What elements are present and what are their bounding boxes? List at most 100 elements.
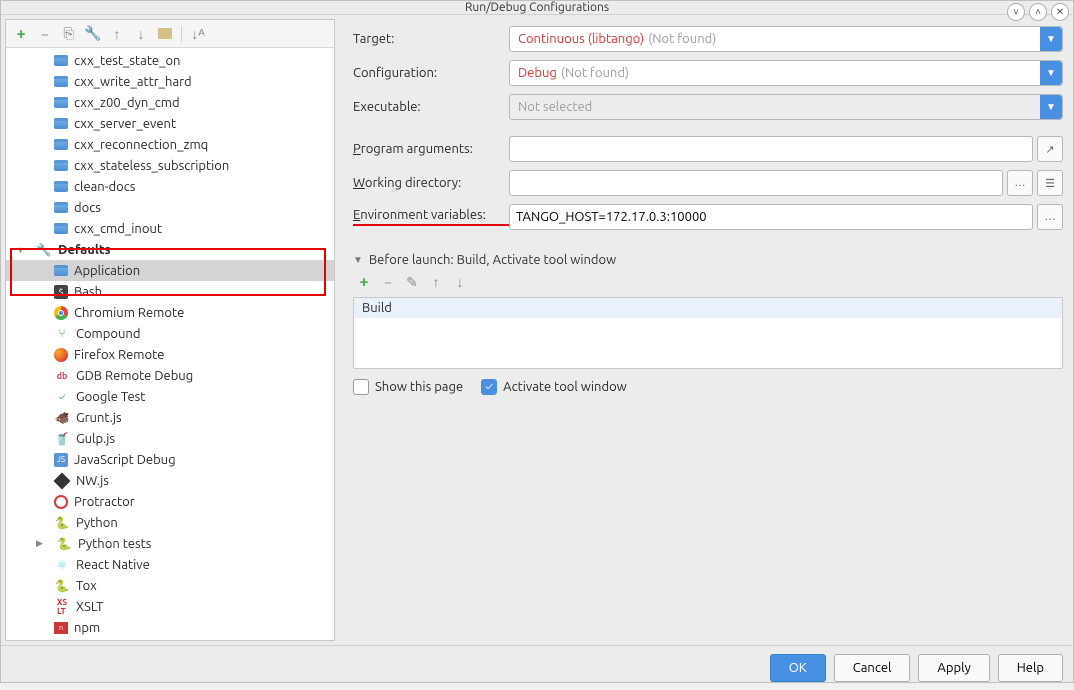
chevron-down-icon[interactable]: ▼ <box>1040 95 1062 119</box>
tree-item-compound[interactable]: ⑂Compound <box>6 323 334 344</box>
copy-config-button[interactable]: ⎘ <box>58 23 80 45</box>
args-input[interactable] <box>509 136 1033 162</box>
list-item[interactable]: Build <box>354 298 1062 318</box>
tree-item-python-tests[interactable]: ▶🐍Python tests <box>6 533 334 554</box>
sort-button[interactable]: ↓ᴬ <box>187 23 209 45</box>
config-value: Debug <box>518 66 557 80</box>
config-tree-pane: + − ⎘ 🔧 ↑ ↓ ↓ᴬ cxx_test_state_oncxx_writ… <box>5 19 335 641</box>
move-down-button[interactable]: ↓ <box>130 23 152 45</box>
target-suffix: (Not found) <box>648 32 716 46</box>
tree-toolbar: + − ⎘ 🔧 ↑ ↓ ↓ᴬ <box>6 20 334 48</box>
target-combo[interactable]: Continuous (libtango) (Not found) ▼ <box>509 26 1063 52</box>
wd-label: Working directory: <box>353 176 509 190</box>
browse-wd-button[interactable]: … <box>1007 170 1033 196</box>
content-area: + − ⎘ 🔧 ↑ ↓ ↓ᴬ cxx_test_state_oncxx_writ… <box>1 15 1073 645</box>
maximize-button[interactable]: ˄ <box>1029 3 1047 21</box>
tree-item-bash[interactable]: $Bash <box>6 281 334 302</box>
wd-macro-button[interactable]: ☰ <box>1037 170 1063 196</box>
tree-item-npm[interactable]: nnpm <box>6 617 334 638</box>
move-up-button[interactable]: ↑ <box>106 23 128 45</box>
tree-item-chromium-remote[interactable]: Chromium Remote <box>6 302 334 323</box>
checkbox-row: Show this page ✓ Activate tool window <box>353 379 1063 395</box>
target-value: Continuous (libtango) <box>518 32 644 46</box>
task-down-button[interactable]: ↓ <box>449 271 471 293</box>
dialog-window: Run/Debug Configurations ˅ ˄ ✕ + − ⎘ 🔧 ↑… <box>0 0 1074 683</box>
activate-window-check[interactable]: ✓ Activate tool window <box>481 379 627 395</box>
app-icon <box>54 181 68 192</box>
wd-input[interactable] <box>509 170 1003 196</box>
tree-item[interactable]: cxx_server_event <box>6 113 334 134</box>
tree-item-gdb-remote-debug[interactable]: dbGDB Remote Debug <box>6 365 334 386</box>
chevron-down-icon[interactable]: ▼ <box>1040 61 1062 85</box>
target-label: Target: <box>353 32 509 46</box>
task-up-button[interactable]: ↑ <box>425 271 447 293</box>
app-icon <box>54 139 68 150</box>
collapse-arrow-icon: ▼ <box>353 254 363 266</box>
exec-combo[interactable]: Not selected ▼ <box>509 94 1063 120</box>
ok-button[interactable]: OK <box>770 654 826 682</box>
tree-item[interactable]: cxx_cmd_inout <box>6 218 334 239</box>
env-input[interactable] <box>509 204 1033 230</box>
env-label: Environment variables: <box>353 208 509 226</box>
tree-item[interactable]: cxx_stateless_subscription <box>6 155 334 176</box>
show-page-check[interactable]: Show this page <box>353 379 463 395</box>
before-launch-list[interactable]: Build <box>353 297 1063 369</box>
tree-item[interactable]: docs <box>6 197 334 218</box>
app-icon <box>54 76 68 87</box>
settings-button[interactable]: 🔧 <box>82 23 104 45</box>
exec-label: Executable: <box>353 100 509 114</box>
tree-item[interactable]: clean-docs <box>6 176 334 197</box>
config-suffix: (Not found) <box>561 66 629 80</box>
apply-button[interactable]: Apply <box>918 654 989 682</box>
chevron-down-icon[interactable]: ▼ <box>1040 27 1062 51</box>
separator <box>181 26 182 42</box>
tree-item-google-test[interactable]: ✓Google Test <box>6 386 334 407</box>
tree-item-application[interactable]: Application <box>6 260 334 281</box>
tree-item-tox[interactable]: 🐍Tox <box>6 575 334 596</box>
add-config-button[interactable]: + <box>10 23 32 45</box>
app-icon <box>54 202 68 213</box>
dialog-footer: OK Cancel Apply Help <box>1 645 1073 690</box>
config-combo[interactable]: Debug (Not found) ▼ <box>509 60 1063 86</box>
exec-value: Not selected <box>518 100 592 114</box>
config-label: Configuration: <box>353 66 509 80</box>
config-tree[interactable]: cxx_test_state_oncxx_write_attr_hardcxx_… <box>6 48 334 640</box>
edit-env-button[interactable]: … <box>1037 204 1063 230</box>
tree-item[interactable]: cxx_reconnection_zmq <box>6 134 334 155</box>
add-task-button[interactable]: + <box>353 271 375 293</box>
remove-task-button[interactable]: − <box>377 271 399 293</box>
tree-item-python[interactable]: 🐍Python <box>6 512 334 533</box>
tree-item[interactable]: cxx_write_attr_hard <box>6 71 334 92</box>
close-button[interactable]: ✕ <box>1051 3 1069 21</box>
expand-arrow-icon: ▶ <box>36 538 48 549</box>
folder-button[interactable] <box>154 23 176 45</box>
app-icon <box>54 223 68 234</box>
window-title: Run/Debug Configurations <box>465 1 609 14</box>
help-button[interactable]: Help <box>998 654 1063 682</box>
app-icon <box>54 118 68 129</box>
defaults-node[interactable]: ▼🔧Defaults <box>6 239 334 260</box>
checkbox-icon <box>353 379 369 395</box>
minimize-button[interactable]: ˅ <box>1007 3 1025 21</box>
tree-item-xslt[interactable]: XSLTXSLT <box>6 596 334 617</box>
tree-item[interactable]: cxx_z00_dyn_cmd <box>6 92 334 113</box>
window-controls: ˅ ˄ ✕ <box>1007 3 1069 21</box>
tree-item-protractor[interactable]: Protractor <box>6 491 334 512</box>
args-label: Program arguments: <box>353 142 509 156</box>
tree-item-javascript-debug[interactable]: JSJavaScript Debug <box>6 449 334 470</box>
before-launch-header[interactable]: ▼ Before launch: Build, Activate tool wi… <box>353 253 1063 267</box>
tree-item-nw-js[interactable]: NW.js <box>6 470 334 491</box>
remove-config-button[interactable]: − <box>34 23 56 45</box>
tree-item-react-native[interactable]: ⚛React Native <box>6 554 334 575</box>
tree-item-grunt-js[interactable]: 🐗Grunt.js <box>6 407 334 428</box>
tree-item-gulp-js[interactable]: 🥤Gulp.js <box>6 428 334 449</box>
edit-task-button[interactable]: ✎ <box>401 271 423 293</box>
tree-item-firefox-remote[interactable]: Firefox Remote <box>6 344 334 365</box>
cancel-button[interactable]: Cancel <box>834 654 911 682</box>
titlebar: Run/Debug Configurations ˅ ˄ ✕ <box>1 1 1073 15</box>
wrench-icon: 🔧 <box>36 242 52 258</box>
checkbox-checked-icon: ✓ <box>481 379 497 395</box>
tree-item[interactable]: cxx_test_state_on <box>6 50 334 71</box>
expand-args-button[interactable]: ↗ <box>1037 136 1063 162</box>
before-launch-toolbar: + − ✎ ↑ ↓ <box>353 267 1063 297</box>
